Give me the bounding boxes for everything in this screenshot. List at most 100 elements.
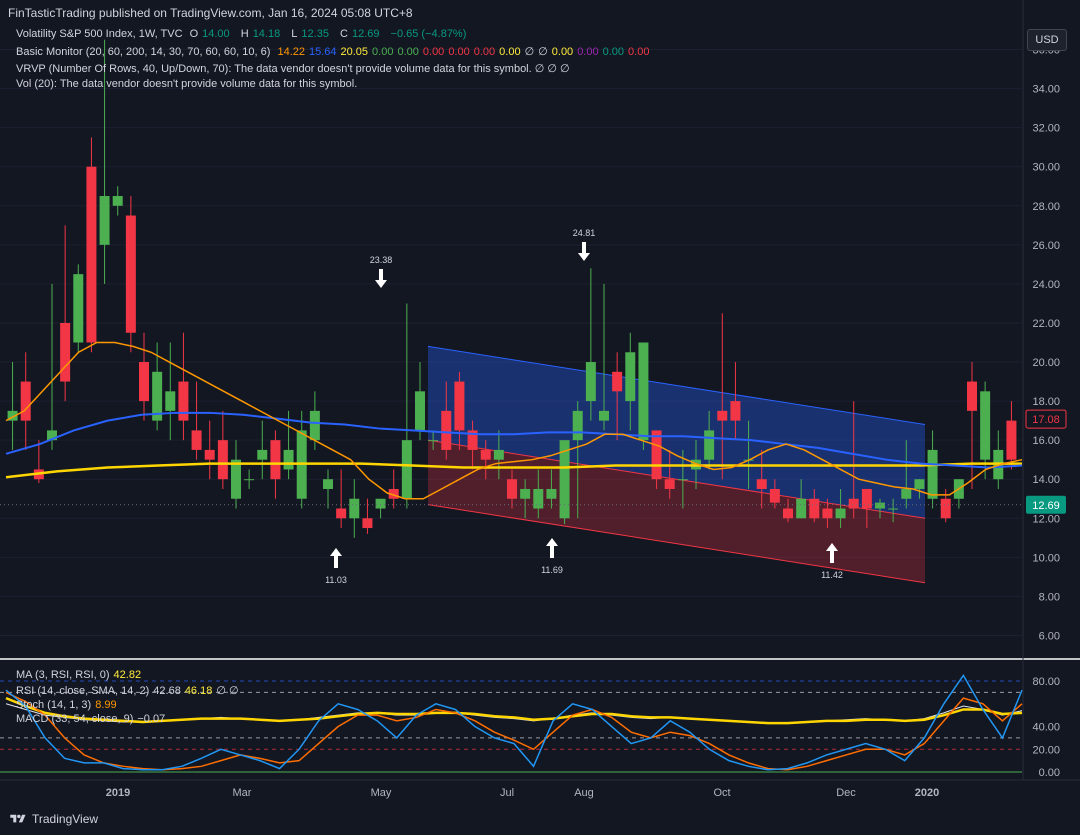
ohlc-close: C 12.69 — [340, 28, 380, 40]
candle-body — [73, 274, 84, 343]
price-axis-label: 10.00 — [1032, 552, 1060, 564]
candle-body — [585, 362, 596, 402]
candle-body — [493, 449, 504, 460]
lower-legend-rsi[interactable]: RSI (14, close, SMA, 14, 2) 42.68 46.18 ∅ ∅ — [16, 684, 243, 697]
price-axis-label: 16.00 — [1032, 435, 1060, 447]
footer: TradingView — [10, 812, 98, 826]
macd-value: −0.07 — [137, 713, 166, 725]
candle-body — [270, 440, 281, 480]
basic-monitor-value: 0.00 — [602, 46, 625, 58]
price-axis-label: 20.00 — [1032, 357, 1060, 369]
candle-body — [349, 498, 360, 519]
candle-body — [638, 342, 649, 441]
time-axis-label: Jul — [500, 787, 514, 799]
time-axis-label: 2019 — [106, 787, 130, 799]
candle-body — [454, 381, 465, 431]
candle-body — [99, 196, 110, 245]
candle-body — [769, 488, 780, 503]
candle-body — [244, 479, 255, 481]
candle-body — [625, 352, 636, 402]
candle-body — [546, 488, 557, 499]
candle-body — [441, 410, 452, 450]
lower-legend-stoch[interactable]: Stoch (14, 1, 3) 8.99 — [16, 699, 121, 711]
chart-canvas[interactable]: 36.0034.0032.0030.0028.0026.0024.0022.00… — [0, 0, 1080, 835]
candle-body — [980, 391, 991, 460]
candle-body — [704, 430, 715, 460]
time-axis-label: 2020 — [915, 787, 939, 799]
ma-value: 42.82 — [113, 669, 142, 681]
basic-monitor-value: 0.00 — [473, 46, 496, 58]
rsi-label: RSI (14, close, SMA, 14, 2) — [16, 685, 150, 697]
time-axis-label: Oct — [713, 787, 730, 799]
candle-body — [375, 498, 386, 509]
candle-body — [967, 381, 977, 411]
tradingview-logo-icon — [10, 814, 26, 823]
price-axis-label: 6.00 — [1039, 630, 1060, 642]
ohlc-high: H 14.18 — [240, 28, 281, 40]
candle-body — [914, 479, 925, 489]
rsi-sma-value: 46.18 — [184, 685, 213, 697]
candle-body — [20, 381, 31, 421]
time-axis-label: Aug — [574, 787, 594, 799]
legend-row-basic-monitor[interactable]: Basic Monitor (20, 60, 200, 14, 30, 70, … — [16, 45, 657, 58]
stoch-value: 8.99 — [95, 699, 117, 711]
basic-monitor-value: 0.00 — [499, 46, 521, 58]
annotation-arrow-head-up — [546, 538, 558, 546]
legend-row-vrvp[interactable]: VRVP (Number Of Rows, 40, Up/Down, 70): … — [16, 62, 570, 75]
basic-monitor-value: 14.22 — [277, 46, 305, 58]
current-price-label: 12.69 — [1032, 500, 1060, 512]
candle-body — [415, 391, 425, 431]
ma-label: MA (3, RSI, RSI, 0) — [16, 669, 110, 681]
annotation-arrow-shaft — [830, 551, 834, 563]
symbol-name[interactable]: Volatility S&P 500 Index, 1W, TVC — [16, 28, 183, 40]
candle-body — [599, 410, 609, 421]
footer-brand[interactable]: TradingView — [32, 812, 98, 826]
candle-body — [717, 410, 728, 421]
candle-body — [401, 440, 412, 499]
price-axis-label: 8.00 — [1039, 591, 1060, 603]
macd-label: MACD (33, 54, close, 9) — [16, 713, 134, 725]
candle-body — [927, 449, 938, 499]
candle-body — [664, 479, 675, 489]
prev-price-label: 17.08 — [1032, 414, 1060, 426]
candle-body — [1006, 420, 1017, 460]
candle-body — [651, 430, 662, 480]
candle-body — [336, 508, 347, 519]
annotation-arrow-shaft — [550, 546, 554, 558]
candle-body — [139, 362, 149, 402]
candle-body — [112, 196, 123, 206]
annotation-label: 11.69 — [541, 565, 563, 575]
price-axis-label: 22.00 — [1032, 318, 1060, 330]
time-axis-label: May — [371, 787, 392, 799]
candle-body — [756, 479, 767, 489]
candle-body — [796, 498, 807, 519]
price-axis-label: 26.00 — [1032, 240, 1060, 252]
stoch-label: Stoch (14, 1, 3) — [16, 699, 92, 711]
basic-monitor-value: 0.00 — [551, 46, 574, 58]
candle-body — [507, 479, 517, 499]
candle-body — [730, 401, 741, 421]
candle-body — [901, 488, 912, 499]
basic-monitor-value: 0.00 — [372, 46, 394, 58]
candle-body — [861, 488, 872, 509]
candle-body — [822, 508, 833, 519]
lower-legend-macd[interactable]: MACD (33, 54, close, 9) −0.07 — [16, 713, 169, 725]
candle-body — [257, 449, 268, 460]
basic-monitor-value: 0.00 — [628, 46, 650, 58]
currency-button[interactable]: USD — [1027, 29, 1067, 51]
publisher-line: FinTasticTrading published on TradingVie… — [8, 6, 413, 20]
annotation-arrow-head-down — [578, 253, 590, 261]
time-axis-label: Dec — [836, 787, 856, 799]
candle-body — [612, 371, 623, 392]
candle-body — [231, 459, 241, 499]
candle-body — [191, 430, 202, 450]
lower-axis-label: 40.00 — [1032, 722, 1060, 734]
annotation-label: 11.03 — [325, 575, 347, 585]
candle-body — [165, 391, 176, 411]
basic-monitor-value: 0.00 — [397, 46, 419, 58]
lower-legend-ma[interactable]: MA (3, RSI, RSI, 0) 42.82 — [16, 669, 145, 681]
legend-row-vol[interactable]: Vol (20): The data vendor doesn't provid… — [16, 78, 357, 90]
ohlc-low: L 12.35 — [291, 28, 329, 40]
annotation-arrow-shaft — [379, 269, 383, 281]
candle-body — [533, 488, 544, 509]
